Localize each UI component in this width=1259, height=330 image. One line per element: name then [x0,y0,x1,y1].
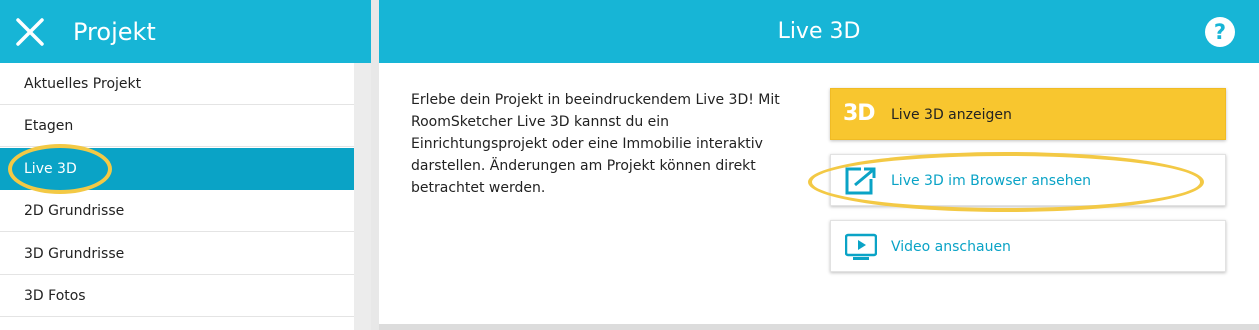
sidebar-item-label: 3D Grundrisse [24,246,125,262]
sidebar-item-live-3d[interactable]: Live 3D [0,148,354,190]
main-bottom-border [379,324,1259,330]
watch-video-button[interactable]: Video anschauen [830,220,1226,272]
sidebar-item-3d-grundrisse[interactable]: 3D Grundrisse [0,233,354,275]
watch-video-label: Video anschauen [891,239,1011,255]
description-text: Erlebe dein Projekt in beeindruckendem L… [411,92,780,196]
show-live-3d-label: Live 3D anzeigen [891,107,1012,123]
show-live-3d-button[interactable]: 3D Live 3D anzeigen [830,88,1226,140]
sidebar: Projekt Aktuelles Projekt Etagen Live 3D… [0,0,371,330]
view-in-browser-button[interactable]: Live 3D im Browser ansehen [830,154,1226,206]
sidebar-item-3d-fotos[interactable]: 3D Fotos [0,275,354,317]
view-in-browser-label: Live 3D im Browser ansehen [891,173,1092,189]
sidebar-item-label: Aktuelles Projekt [24,76,142,92]
help-icon[interactable]: ? [1205,17,1235,47]
sidebar-menu: Aktuelles Projekt Etagen Live 3D 2D Grun… [0,63,354,330]
external-link-icon [845,167,877,195]
sidebar-item-label: Etagen [24,118,74,134]
sidebar-scroll-gutter [354,63,371,330]
sidebar-item-label: 2D Grundrisse [24,203,125,219]
video-play-icon [845,233,877,260]
page-title: Live 3D [777,19,861,44]
sidebar-title: Projekt [73,18,156,46]
3d-icon: 3D [843,101,876,126]
sidebar-item-2d-grundrisse[interactable]: 2D Grundrisse [0,190,354,232]
close-icon [16,18,44,46]
sidebar-item-etagen[interactable]: Etagen [0,105,354,147]
main-header: Live 3D ? [379,0,1259,63]
sidebar-item-label: Live 3D [24,161,77,177]
sidebar-item-aktuelles-projekt[interactable]: Aktuelles Projekt [0,63,354,105]
sidebar-item-label: 3D Fotos [24,288,86,304]
close-button[interactable] [14,16,46,48]
sidebar-header: Projekt [0,0,371,63]
main-content: Erlebe dein Projekt in beeindruckendem L… [379,63,1259,324]
